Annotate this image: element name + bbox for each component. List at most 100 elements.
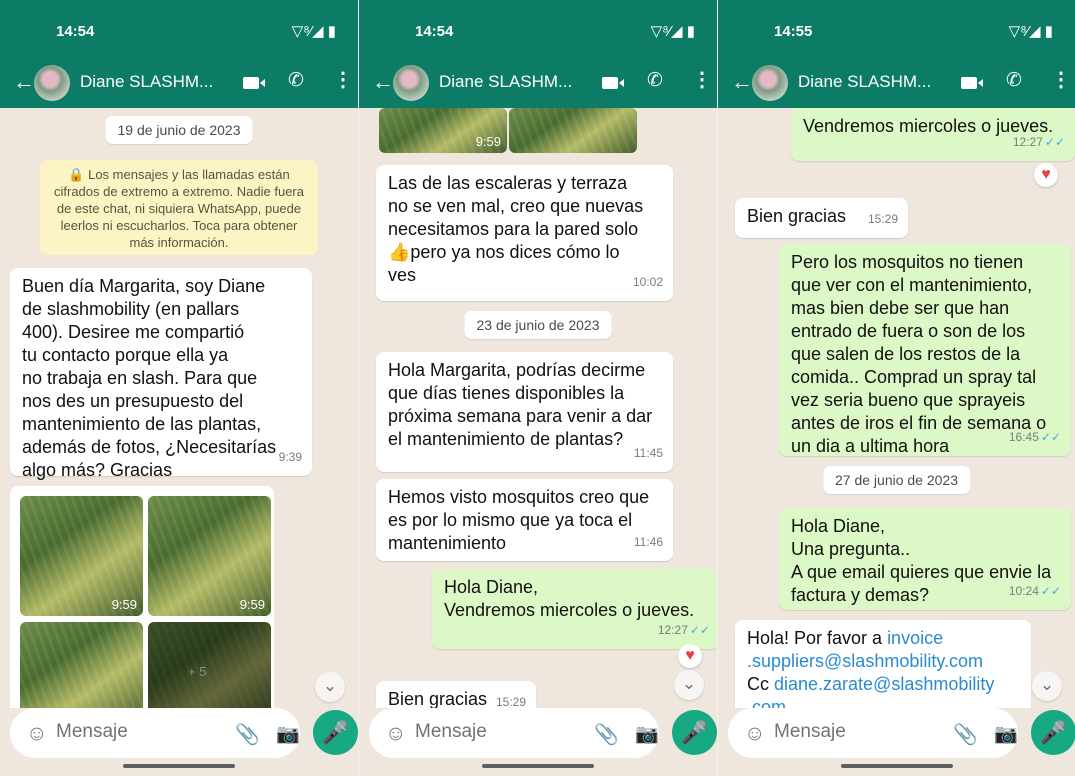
encryption-notice[interactable]: 🔒 Los mensajes y las llamadas están cifr… — [40, 160, 318, 255]
status-icons: ▽⁸⁄◢ ▮ — [650, 23, 695, 40]
contact-avatar[interactable] — [752, 65, 788, 101]
status-bar: 14:55 ▽⁸⁄◢ ▮ — [718, 0, 1075, 58]
message-placeholder: Mensaje — [415, 721, 487, 742]
message-input[interactable]: ☺ Mensaje 📎 📷 — [10, 708, 300, 758]
photo-thumbnail[interactable]: 9:59 — [20, 496, 143, 616]
message-time: 15:29 — [495, 695, 526, 708]
incoming-message[interactable]: Hola! Por favor a invoice .suppliers@sla… — [735, 620, 1031, 708]
outgoing-message[interactable]: Vendremos miercoles o jueves. 12:27 ✓✓ — [791, 108, 1075, 161]
read-receipt-icon: ✓✓ — [1040, 584, 1061, 598]
incoming-message[interactable]: Hemos visto mosquitos creo que es por lo… — [376, 479, 673, 561]
outgoing-message[interactable]: Pero los mosquitos no tienen que ver con… — [779, 244, 1071, 456]
back-arrow-icon[interactable]: ← — [731, 69, 753, 95]
emoji-icon[interactable]: ☺ — [26, 722, 47, 746]
message-time: 10:02 — [632, 275, 663, 289]
contact-name[interactable]: Diane SLASHM... — [439, 72, 572, 92]
photo-thumbnail[interactable]: + 5 — [148, 622, 271, 708]
message-input[interactable]: ☺ Mensaje 📎 📷 — [728, 708, 1018, 758]
message-time: 9:39 — [278, 450, 302, 464]
incoming-message[interactable]: Las de las escaleras y terraza no se ven… — [376, 165, 673, 301]
photo-thumbnail[interactable]: 9:59 — [379, 108, 507, 153]
outgoing-message[interactable]: Hola Diane, Una pregunta.. A que email q… — [779, 508, 1071, 610]
outgoing-message[interactable]: Hola Diane, Vendremos miercoles o jueves… — [432, 569, 717, 649]
message-time: 16:45 — [1008, 430, 1039, 444]
photo-album[interactable]: 9:59 9:59 + 5 — [10, 486, 274, 708]
chat-header: ← Diane SLASHM... ✆ ⋮ — [0, 58, 358, 108]
home-indicator — [482, 764, 594, 768]
date-divider: 27 de junio de 2023 — [823, 466, 970, 494]
incoming-message[interactable]: Bien gracias 15:29 — [735, 198, 908, 238]
message-time: 12:27 — [1012, 135, 1043, 149]
incoming-message[interactable]: Bien gracias 15:29 — [376, 681, 536, 708]
mic-icon[interactable]: 🎤 — [672, 710, 717, 755]
scroll-down-icon[interactable]: ⌄ — [315, 672, 345, 702]
video-call-icon[interactable] — [961, 77, 983, 89]
attach-icon[interactable]: 📎 — [594, 722, 619, 747]
message-time: 15:29 — [867, 212, 898, 226]
video-call-icon[interactable] — [602, 77, 624, 89]
attach-icon[interactable]: 📎 — [235, 722, 260, 747]
contact-name[interactable]: Diane SLASHM... — [798, 72, 931, 92]
more-options-icon[interactable]: ⋮ — [1051, 67, 1071, 92]
status-time: 14:55 — [774, 23, 813, 40]
status-bar: 14:54 ▽⁸⁄◢ ▮ — [359, 0, 717, 58]
chat-screen-2: 14:54 ▽⁸⁄◢ ▮ ← Diane SLASHM... ✆ ⋮ 9:59 … — [359, 0, 717, 776]
phone-call-icon[interactable]: ✆ — [647, 69, 663, 92]
camera-icon[interactable]: 📷 — [994, 722, 1018, 746]
photo-time: 9:59 — [111, 597, 137, 612]
message-time: 10:24 — [1008, 584, 1039, 598]
heart-reaction-icon[interactable]: ♥ — [1034, 163, 1058, 187]
home-indicator — [840, 764, 953, 768]
chat-screen-3: 14:55 ▽⁸⁄◢ ▮ ← Diane SLASHM... ✆ ⋮ Vendr… — [718, 0, 1075, 776]
message-placeholder: Mensaje — [774, 721, 846, 742]
phone-call-icon[interactable]: ✆ — [288, 69, 304, 92]
status-icons: ▽⁸⁄◢ ▮ — [291, 23, 336, 40]
photo-thumbnail[interactable] — [20, 622, 143, 708]
message-time-status: 12:27 ✓✓ — [1013, 131, 1065, 154]
message-input[interactable]: ☺ Mensaje 📎 📷 — [369, 708, 659, 758]
video-call-icon[interactable] — [243, 77, 265, 89]
status-time: 14:54 — [415, 23, 454, 40]
scroll-down-icon[interactable]: ⌄ — [674, 670, 704, 700]
message-time-status: 12:27 ✓✓ — [658, 619, 710, 642]
status-time: 14:54 — [56, 23, 95, 40]
mic-icon[interactable]: 🎤 — [313, 710, 358, 755]
camera-icon[interactable]: 📷 — [276, 722, 300, 746]
chat-messages[interactable]: 9:59 Las de las escaleras y terraza no s… — [359, 108, 717, 708]
chat-header: ← Diane SLASHM... ✆ ⋮ — [718, 58, 1075, 108]
photo-thumbnail[interactable] — [509, 108, 637, 153]
message-time: 11:46 — [633, 535, 663, 549]
message-time-status: 10:24 ✓✓ — [1009, 580, 1061, 603]
chat-messages[interactable]: 19 de junio de 2023 🔒 Los mensajes y las… — [0, 108, 358, 708]
back-arrow-icon[interactable]: ← — [372, 69, 394, 95]
message-placeholder: Mensaje — [56, 721, 128, 742]
chat-header: ← Diane SLASHM... ✆ ⋮ — [359, 58, 717, 108]
contact-name[interactable]: Diane SLASHM... — [80, 72, 213, 92]
more-options-icon[interactable]: ⋮ — [333, 67, 353, 92]
incoming-message[interactable]: Buen día Margarita, soy Diane de slashmo… — [10, 268, 312, 480]
chat-messages[interactable]: Vendremos miercoles o jueves. 12:27 ✓✓ ♥ … — [718, 108, 1075, 708]
message-prefix: Hola! Por favor a — [747, 628, 888, 648]
scroll-down-icon[interactable]: ⌄ — [1032, 671, 1062, 701]
contact-avatar[interactable] — [393, 65, 429, 101]
more-options-icon[interactable]: ⋮ — [692, 67, 712, 92]
photo-thumbnail[interactable]: 9:59 — [148, 496, 271, 616]
read-receipt-icon: ✓✓ — [689, 623, 710, 637]
chat-screen-1: 14:54 ▽⁸⁄◢ ▮ ← Diane SLASHM... ✆ ⋮ 19 de… — [0, 0, 358, 776]
phone-call-icon[interactable]: ✆ — [1006, 69, 1022, 92]
more-photos-count: + 5 — [188, 664, 207, 679]
message-text: Hola Margarita, podrías decirme que días… — [388, 360, 653, 449]
camera-icon[interactable]: 📷 — [635, 722, 659, 746]
home-indicator — [123, 764, 235, 768]
emoji-icon[interactable]: ☺ — [744, 722, 765, 746]
read-receipt-icon: ✓✓ — [1044, 135, 1065, 149]
heart-reaction-icon[interactable]: ♥ — [678, 644, 702, 668]
attach-icon[interactable]: 📎 — [953, 722, 978, 747]
emoji-icon[interactable]: ☺ — [385, 722, 406, 746]
email-link[interactable]: diane.zarate@slashmobility .com — [747, 674, 994, 708]
incoming-message[interactable]: Hola Margarita, podrías decirme que días… — [376, 352, 673, 472]
mic-icon[interactable]: 🎤 — [1031, 710, 1075, 755]
back-arrow-icon[interactable]: ← — [13, 69, 35, 95]
contact-avatar[interactable] — [34, 65, 70, 101]
read-receipt-icon: ✓✓ — [1040, 430, 1061, 444]
